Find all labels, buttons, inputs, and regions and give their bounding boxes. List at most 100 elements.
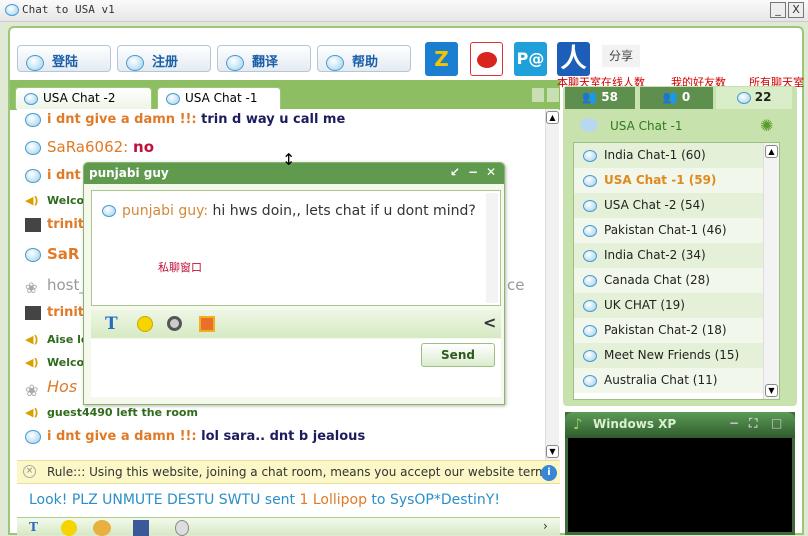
close-rule-icon[interactable]: × [23,465,36,478]
room-count: (34) [681,248,706,262]
rule-bar[interactable]: × Rule::: Using this website, joining a c… [17,460,560,484]
room-name: India Chat-1 [604,148,678,162]
room-item-active[interactable]: USA Chat -1 (59) [574,168,779,193]
host-icon: ❀ [25,380,39,400]
room-name: Pakistan Chat-2 [604,323,699,337]
facebook-icon[interactable] [133,520,149,536]
room-list-scrollbar[interactable]: ▲ ▼ [763,143,779,399]
share-button[interactable]: 分享 [602,45,640,67]
room-item[interactable]: India Chat-2 (34) [574,243,779,268]
room-item[interactable]: Pakistan Chat-1 (46) [574,218,779,243]
bubble-icon [326,54,344,71]
maximize-icon[interactable]: □ [771,416,782,430]
font-icon[interactable]: T [105,314,118,334]
scroll-up-arrow[interactable]: ▲ [546,111,559,124]
current-room: USA Chat -1 [610,119,683,133]
chat-scrollbar[interactable]: ▲ ▼ [545,109,559,460]
expand-arrow-icon[interactable]: › [543,519,548,533]
room-item[interactable]: Australia Chat (11) [574,368,779,393]
user-bubble-icon [25,429,41,444]
room-count: (59) [688,173,717,187]
room-item[interactable]: UK CHAT (19) [574,293,779,318]
bubble-icon [166,92,180,105]
ghost-icon[interactable] [175,520,189,536]
font-icon[interactable]: T [29,520,38,534]
message-user[interactable]: i dnt give a damn !!: [47,112,197,127]
renren-icon[interactable]: 人 [557,42,590,76]
music-note-icon: ♪ [573,415,583,433]
restore-icon[interactable]: ↙ [450,165,460,179]
scroll-down-arrow[interactable]: ▼ [765,384,778,397]
help-button[interactable]: 帮助 [317,45,411,72]
webcam-room-icon [583,250,597,262]
room-count: (15) [714,348,740,362]
webcam-room-icon [583,375,597,387]
send-button[interactable]: Send [421,343,495,367]
room-count: (11) [692,373,718,387]
room-count: (46) [701,223,727,237]
fullscreen-icon[interactable]: ⛶ [749,416,757,431]
webcam-room-icon [583,325,597,337]
info-icon[interactable]: i [541,465,557,481]
online-count-tab[interactable]: 👥 58 [565,87,635,109]
message-user[interactable]: i dnt [47,168,81,183]
user-bubble-icon [102,205,116,217]
tab-usa-chat-2[interactable]: USA Chat -2 [15,87,152,109]
collapse-button[interactable]: < [483,313,496,332]
rule-text[interactable]: Rule::: Using this website, joining a ch… [47,465,560,479]
emoji-icon[interactable] [137,316,153,332]
tab-label: USA Chat -2 [43,91,116,105]
weibo-icon[interactable] [470,42,503,76]
room-item[interactable]: USA Chat -2 (54) [574,193,779,218]
message-user[interactable]: host_ [47,276,87,294]
rooms-count-tab[interactable]: 22 [716,87,792,109]
message-user[interactable]: SaRa6062: [47,138,128,156]
translate-button[interactable]: 翻译 [217,45,311,72]
announce-text: to SysOP*DestinY! [366,492,500,508]
tab-scroll-right[interactable] [547,88,559,102]
qzone-icon[interactable]: Z [425,42,458,76]
stickers-icon[interactable] [93,520,111,536]
private-toolbar: T < [91,310,501,338]
scroll-up-arrow[interactable]: ▲ [765,145,778,158]
system-message: guest4490 left the room [47,406,198,419]
friends-icon: 👥 [662,90,678,104]
close-icon[interactable]: ✕ [486,165,496,179]
tab-usa-chat-1[interactable]: USA Chat -1 [157,87,281,110]
message-text: lol sara.. dnt b jealous [201,429,366,444]
room-item[interactable]: Pakistan Chat-2 (18) [574,318,779,343]
register-button[interactable]: 注册 [117,45,211,72]
room-item[interactable]: India Chat-1 (60) [574,143,779,168]
room-item[interactable]: Canada Chat (28) [574,268,779,293]
room-count: (18) [701,323,727,337]
emoji-icon[interactable] [61,520,77,536]
room-item[interactable]: Meet New Friends (15) [574,343,779,368]
speaker-icon: ◀) [25,406,39,419]
gift-icon[interactable] [199,316,215,332]
private-scrollbar[interactable] [486,193,498,303]
message-user[interactable]: SaR [47,245,79,263]
annotation-private-window: 私聊窗口 [158,261,202,274]
bubble-icon [24,92,38,105]
login-button[interactable]: 登陆 [17,45,111,72]
bubble-icon [226,54,244,71]
tab-scroll-left[interactable] [532,88,544,102]
scroll-down-arrow[interactable]: ▼ [546,445,559,458]
friends-count-tab[interactable]: 👥 0 [640,87,713,109]
webcam-icon[interactable] [167,316,182,331]
room-name: Canada Chat [604,273,682,287]
minimize-button[interactable]: _ [770,2,786,18]
message-user[interactable]: Hos [47,377,77,396]
message-user[interactable]: i dnt give a damn !!: [47,429,197,444]
private-chat-window: punjabi guy ↙ − ✕ punjabi guy: hi hws do… [83,162,505,405]
minimize-icon[interactable]: − [729,416,739,430]
settings-gear-icon[interactable]: ✺ [760,116,773,135]
tencent-weibo-icon[interactable]: P@ [514,42,547,76]
room-count: (60) [681,148,706,162]
system-message: Welco [47,194,85,207]
message-user[interactable]: punjabi guy: [122,203,208,219]
close-button[interactable]: X [788,2,804,18]
message-user[interactable]: trinit [47,305,84,320]
message-user[interactable]: trinit [47,217,84,232]
minimize-icon[interactable]: − [468,165,478,179]
